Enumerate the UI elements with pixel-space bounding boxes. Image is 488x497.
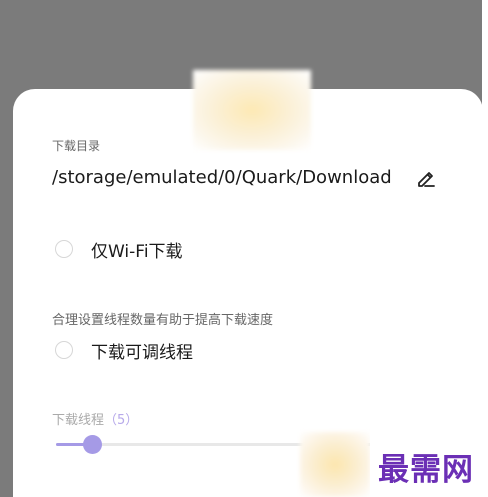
- pencil-icon[interactable]: [415, 167, 437, 189]
- download-threads-label: 下载线程（5）: [52, 409, 138, 428]
- thread-hint-text: 合理设置线程数量有助于提高下载速度: [52, 313, 274, 328]
- wifi-only-label: 仅Wi-Fi下载: [91, 241, 183, 262]
- threads-slider-thumb[interactable]: [83, 435, 102, 454]
- wifi-only-option[interactable]: 仅Wi-Fi下载: [55, 237, 183, 262]
- blurred-region-bottom: [300, 432, 370, 497]
- adjustable-threads-option[interactable]: 下载可调线程: [55, 338, 193, 363]
- download-directory-path[interactable]: /storage/emulated/0/Quark/Download: [52, 167, 392, 188]
- download-threads-count: （5）: [104, 413, 139, 428]
- watermark-text: 最需网: [378, 452, 474, 488]
- adjustable-threads-radio[interactable]: [55, 341, 73, 359]
- download-directory-label: 下载目录: [52, 139, 101, 153]
- screen: 下载目录 /storage/emulated/0/Quark/Download …: [0, 0, 488, 497]
- adjustable-threads-label: 下载可调线程: [91, 342, 193, 363]
- download-threads-title: 下载线程: [52, 413, 105, 428]
- blurred-region: [193, 70, 311, 150]
- wifi-only-radio[interactable]: [55, 240, 73, 258]
